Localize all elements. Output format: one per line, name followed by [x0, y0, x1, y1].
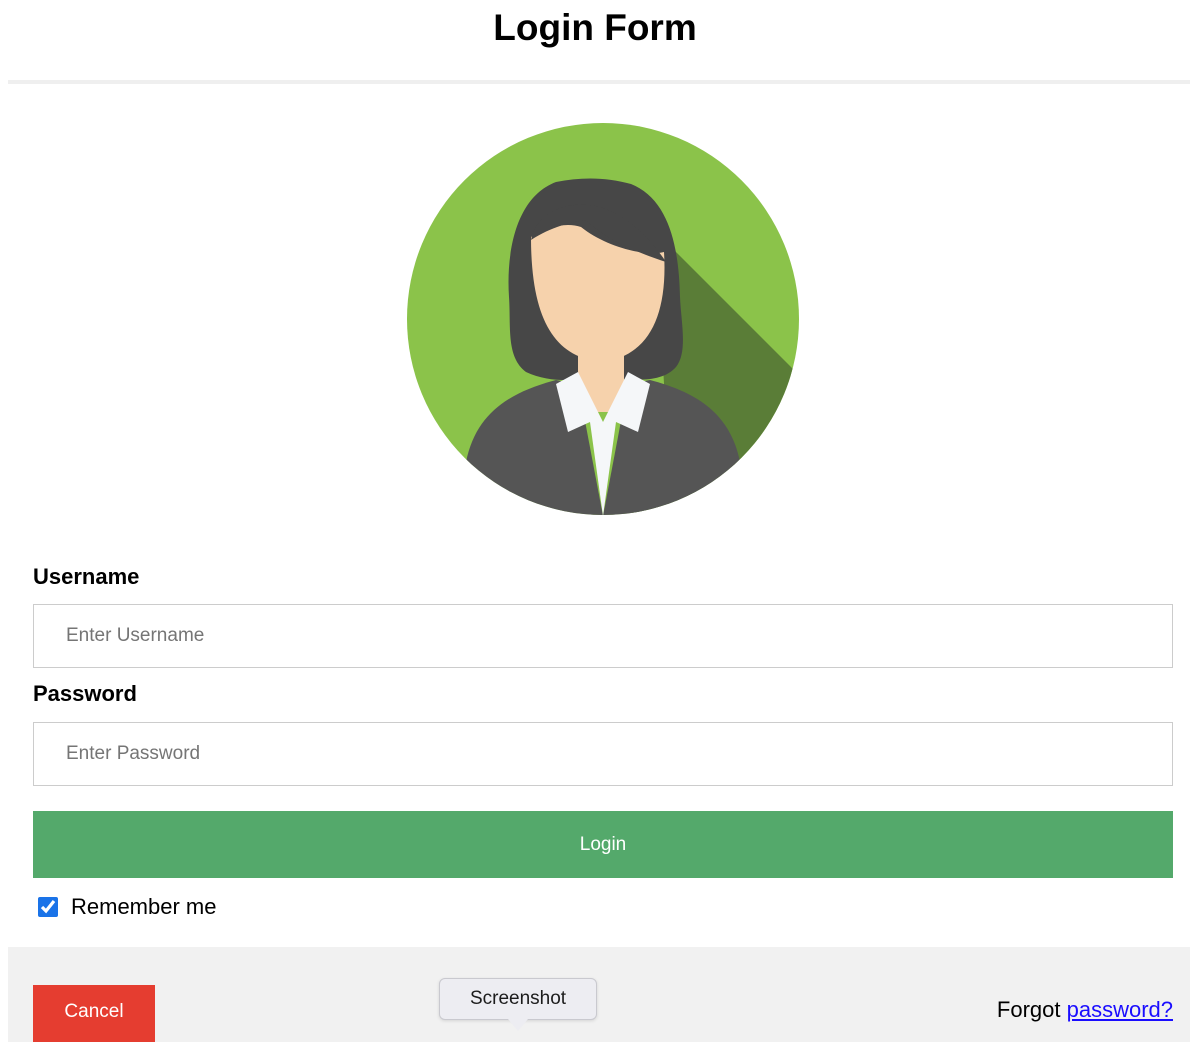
username-label: Username	[33, 564, 140, 589]
forgot-password-text: Forgot password?	[997, 996, 1173, 1024]
remember-me-checkbox[interactable]	[38, 897, 58, 917]
forgot-password-link[interactable]: password?	[1067, 997, 1173, 1022]
user-avatar-icon	[407, 123, 799, 515]
password-label: Password	[33, 681, 137, 706]
login-button[interactable]: Login	[33, 811, 1173, 878]
form-footer	[8, 947, 1190, 1042]
tooltip-arrow	[508, 1019, 528, 1031]
password-input[interactable]	[33, 722, 1173, 786]
forgot-label: Forgot	[996, 997, 1061, 1022]
page-title: Login Form	[493, 7, 697, 48]
remember-me-row: Remember me	[38, 892, 216, 922]
cancel-button[interactable]: Cancel	[33, 985, 155, 1042]
screenshot-tooltip: Screenshot	[439, 978, 597, 1020]
title-divider	[8, 80, 1190, 84]
username-input[interactable]	[33, 604, 1173, 668]
remember-me-label: Remember me	[71, 894, 217, 919]
login-page: Login Form Username Passwo	[0, 0, 1190, 1042]
